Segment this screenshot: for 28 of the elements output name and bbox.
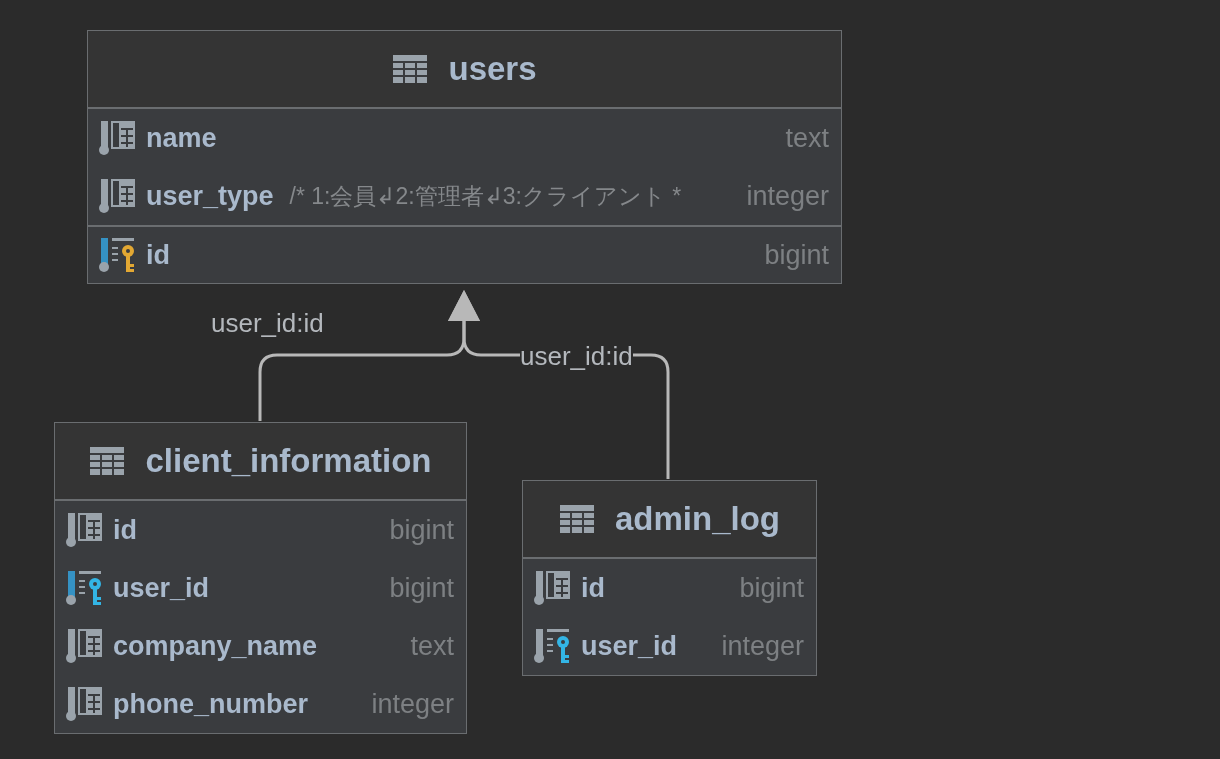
- column-type: bigint: [763, 238, 829, 272]
- column-name: name: [146, 121, 217, 155]
- column-name: phone_number: [113, 687, 308, 721]
- column-type: bigint: [388, 513, 454, 547]
- table-name: admin_log: [615, 499, 780, 540]
- column-type: integer: [720, 629, 804, 663]
- column-type: integer: [370, 687, 454, 721]
- column-name: user_id: [113, 571, 210, 605]
- table-icon: [392, 54, 429, 84]
- column-name: id: [146, 238, 170, 272]
- column-comment: /* 1:会員↲2:管理者↲3:クライアント *: [289, 181, 682, 211]
- column-name: id: [581, 571, 605, 605]
- table-card[interactable]: users name text user_type /* 1:会員↲2:管理者↲3:クライアント * integer id bigint: [87, 30, 842, 284]
- column-name: id: [113, 513, 137, 547]
- column-type: bigint: [388, 571, 454, 605]
- table-card[interactable]: client_information id bigint user_id bigint company_name text phone_number integer: [54, 422, 467, 734]
- column-type: text: [409, 629, 454, 663]
- table-name: client_information: [145, 441, 432, 482]
- table-card[interactable]: admin_log id bigint user_id integer: [522, 480, 817, 676]
- column-type: integer: [745, 179, 829, 213]
- column-name: user_type: [146, 179, 274, 213]
- table-icon: [559, 504, 595, 534]
- column-name: user_id: [581, 629, 678, 663]
- table-icon: [89, 446, 126, 476]
- column-type: bigint: [738, 571, 804, 605]
- table-name: users: [448, 49, 537, 90]
- column-name: company_name: [113, 629, 318, 663]
- column-type: text: [784, 121, 829, 155]
